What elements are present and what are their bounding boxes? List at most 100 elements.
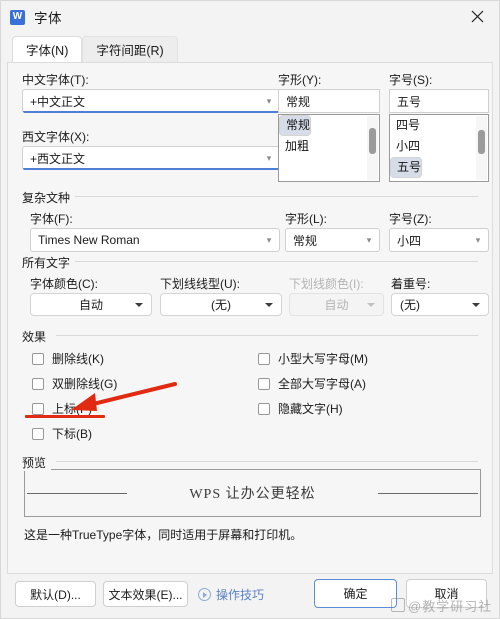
style-listbox[interactable]: 常规 倾斜 加粗 bbox=[278, 114, 380, 182]
size-listbox[interactable]: 四号 小四 五号 bbox=[389, 114, 489, 182]
size-label: 字号(S): bbox=[389, 73, 433, 87]
text-effects-button[interactable]: 文本效果(E)... bbox=[103, 581, 188, 607]
underline-color-label: 下划线颜色(I): bbox=[289, 277, 364, 291]
style-label: 字形(Y): bbox=[278, 73, 322, 87]
play-circle-icon bbox=[198, 588, 211, 601]
underline-style-select[interactable]: (无) bbox=[160, 293, 282, 316]
complex-scripts-group-title: 复杂文种 bbox=[22, 189, 76, 206]
complex-font-label: 字体(F): bbox=[30, 212, 73, 226]
list-item[interactable]: 五号 bbox=[390, 157, 423, 178]
complex-font-combo[interactable]: Times New Roman ▾ bbox=[30, 228, 280, 252]
scrollbar-thumb[interactable] bbox=[478, 130, 485, 154]
chevron-down-icon: ▾ bbox=[266, 152, 272, 163]
checkbox-all-caps[interactable]: 全部大写字母(A) bbox=[258, 375, 366, 392]
list-item[interactable]: 四号 bbox=[390, 115, 488, 136]
size-scrollbar[interactable] bbox=[476, 116, 487, 180]
size-value: 五号 bbox=[397, 94, 422, 109]
tips-link[interactable]: 操作技巧 bbox=[198, 586, 264, 603]
dialog-title: 字体 bbox=[34, 11, 62, 26]
focus-accent bbox=[23, 111, 279, 113]
cjk-font-combo[interactable]: +中文正文 ▾ bbox=[22, 89, 280, 113]
group-divider bbox=[70, 196, 478, 197]
complex-style-value: 常规 bbox=[293, 233, 318, 248]
checkbox-subscript[interactable]: 下标(B) bbox=[32, 425, 92, 442]
scrollbar-thumb[interactable] bbox=[369, 128, 376, 154]
cjk-font-value: +中文正文 bbox=[30, 94, 86, 109]
style-value-field[interactable]: 常规 bbox=[278, 89, 380, 113]
close-glyph bbox=[471, 10, 483, 23]
checkbox-box[interactable] bbox=[32, 352, 44, 365]
title-bar: W 字体 bbox=[1, 1, 499, 33]
checkbox-hidden-text[interactable]: 隐藏文字(H) bbox=[258, 400, 343, 417]
chevron-down-icon: ▾ bbox=[266, 234, 272, 245]
emphasis-label: 着重号: bbox=[391, 277, 431, 291]
underline-color-value: 自动 bbox=[324, 298, 349, 312]
style-value: 常规 bbox=[286, 94, 311, 109]
latin-font-value: +西文正文 bbox=[30, 151, 86, 166]
font-color-label: 字体颜色(C): bbox=[30, 277, 98, 291]
checkbox-double-strikethrough[interactable]: 双删除线(G) bbox=[32, 375, 117, 392]
tab-strip: 字体(N) 字符间距(R) bbox=[1, 33, 499, 62]
ok-button[interactable]: 确定 bbox=[314, 579, 397, 608]
all-text-group-title: 所有文字 bbox=[22, 254, 76, 271]
preview-rule-right bbox=[378, 493, 478, 494]
close-icon[interactable] bbox=[455, 1, 499, 32]
list-item[interactable]: 小四 bbox=[390, 136, 488, 157]
font-color-select[interactable]: 自动 bbox=[30, 293, 152, 316]
default-button[interactable]: 默认(D)... bbox=[15, 581, 96, 607]
dropdown-arrow-icon bbox=[367, 302, 375, 307]
complex-size-combo[interactable]: 小四 ▾ bbox=[389, 228, 489, 252]
font-dialog: W 字体 字体(N) 字符间距(R) 中文字体(T): +中文正文 ▾ 西文字体… bbox=[0, 0, 500, 619]
checkbox-box[interactable] bbox=[32, 427, 44, 440]
annotation-underline bbox=[25, 415, 105, 418]
emphasis-select[interactable]: (无) bbox=[391, 293, 489, 316]
dropdown-arrow-icon bbox=[135, 302, 143, 307]
complex-size-value: 小四 bbox=[397, 233, 422, 248]
checkbox-box[interactable] bbox=[258, 402, 270, 415]
tips-link-label: 操作技巧 bbox=[216, 588, 265, 602]
cjk-font-label: 中文字体(T): bbox=[22, 73, 89, 87]
preview-sample-text: WPS 让办公更轻松 bbox=[189, 487, 316, 502]
group-divider bbox=[70, 261, 478, 262]
checkbox-box[interactable] bbox=[32, 402, 44, 415]
checkbox-box[interactable] bbox=[32, 377, 44, 390]
checkbox-box[interactable] bbox=[258, 377, 270, 390]
complex-size-label: 字号(Z): bbox=[389, 212, 432, 226]
font-color-value: 自动 bbox=[78, 298, 103, 312]
size-value-field[interactable]: 五号 bbox=[389, 89, 489, 113]
tab-character-spacing[interactable]: 字符间距(R) bbox=[82, 36, 178, 62]
tab-font[interactable]: 字体(N) bbox=[12, 36, 83, 62]
effects-group-title: 效果 bbox=[22, 328, 52, 345]
underline-color-select: 自动 bbox=[289, 293, 384, 316]
list-item[interactable]: 加粗 bbox=[279, 136, 379, 157]
dialog-footer: 默认(D)... 文本效果(E)... 操作技巧 确定 取消 @教学研习社 bbox=[1, 574, 499, 618]
preview-note: 这是一种TrueType字体，同时适用于屏幕和打印机。 bbox=[24, 528, 303, 542]
preview-group-title: 预览 bbox=[22, 454, 52, 471]
underline-style-label: 下划线线型(U): bbox=[160, 277, 240, 291]
underline-style-value: (无) bbox=[211, 298, 231, 312]
watermark-icon bbox=[391, 598, 405, 612]
preview-box: WPS 让办公更轻松 bbox=[24, 469, 481, 517]
chevron-down-icon: ▾ bbox=[366, 234, 372, 245]
checkbox-label: 双删除线(G) bbox=[52, 377, 118, 391]
complex-style-combo[interactable]: 常规 ▾ bbox=[285, 228, 380, 252]
checkbox-strikethrough[interactable]: 删除线(K) bbox=[32, 350, 104, 367]
list-item[interactable]: 常规 bbox=[279, 115, 312, 136]
checkbox-label: 下标(B) bbox=[52, 427, 92, 441]
focus-accent bbox=[23, 168, 279, 170]
checkbox-small-caps[interactable]: 小型大写字母(M) bbox=[258, 350, 368, 367]
watermark-text: @教学研习社 bbox=[408, 599, 493, 614]
latin-font-combo[interactable]: +西文正文 ▾ bbox=[22, 146, 280, 170]
preview-rule-left bbox=[27, 493, 127, 494]
group-divider bbox=[56, 335, 478, 336]
latin-font-label: 西文字体(X): bbox=[22, 130, 90, 144]
dropdown-arrow-icon bbox=[472, 302, 480, 307]
complex-font-value: Times New Roman bbox=[38, 233, 140, 247]
checkbox-box[interactable] bbox=[258, 352, 270, 365]
checkbox-label: 隐藏文字(H) bbox=[278, 402, 343, 416]
group-divider bbox=[56, 461, 478, 462]
chevron-down-icon: ▾ bbox=[475, 234, 481, 245]
style-scrollbar[interactable] bbox=[367, 116, 378, 180]
wps-logo-icon: W bbox=[10, 9, 25, 25]
dropdown-arrow-icon bbox=[265, 302, 273, 307]
